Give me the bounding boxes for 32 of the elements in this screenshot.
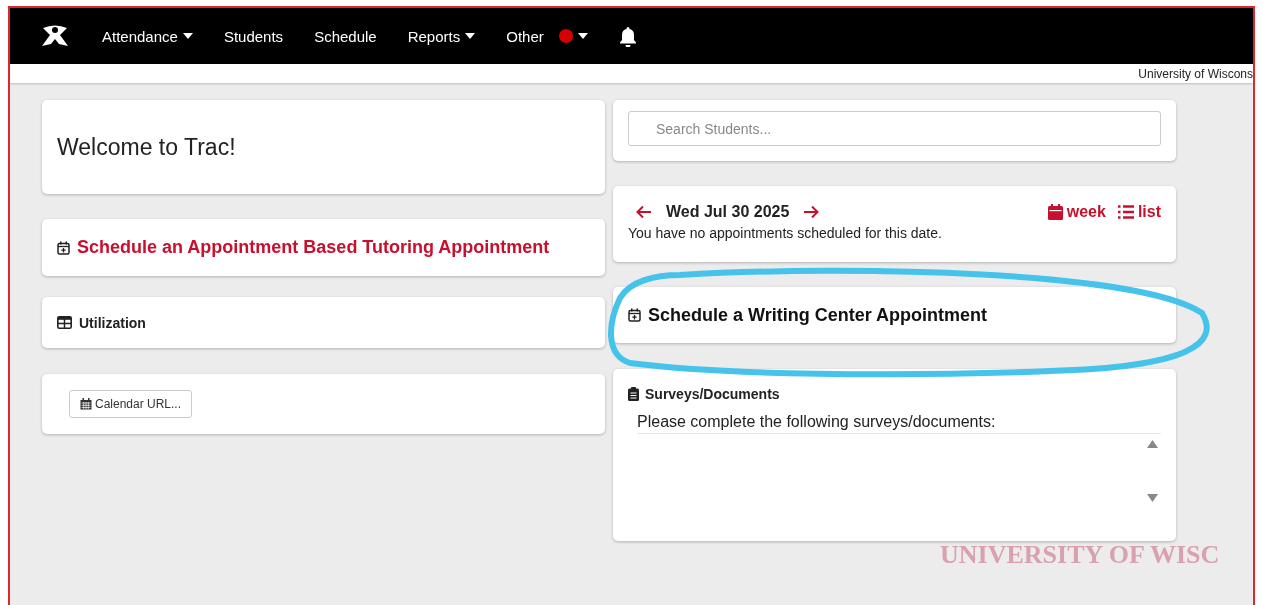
utilization-heading: Utilization [79,314,146,331]
surveys-instruction: Please complete the following surveys/documents: [637,413,1161,434]
table-icon [57,316,72,329]
nav-menu-item[interactable]: Schedule [314,27,377,45]
clipboard-icon [628,387,639,401]
institution-name: University of Wiscons [1138,66,1253,81]
scroll-up-icon[interactable] [1146,440,1158,448]
list-view-link[interactable]: list [1117,203,1161,221]
surveys-heading: Surveys/Documents [645,386,780,402]
writing-center-link[interactable]: Schedule a Writing Center Appointment [648,304,988,326]
nav-menu-item[interactable]: Reports [407,27,476,45]
scroll-down-icon[interactable] [1146,494,1158,502]
calendar-url-button[interactable]: Calendar URL... [69,390,193,418]
week-view-link[interactable]: week [1047,203,1106,221]
calendar-icon [80,398,92,410]
tutoring-appointment-link[interactable]: Schedule an Appointment Based Tutoring Appointment [77,237,550,258]
calendar-icon [1047,204,1063,220]
nav-menu-item[interactable]: Attendance [102,27,193,45]
no-appointments-message: You have no appointments scheduled for this date. [628,225,943,241]
bell-icon[interactable] [618,25,637,47]
left-arrow-icon[interactable] [636,205,652,219]
list-icon [1117,205,1134,219]
logo-icon[interactable] [40,24,70,48]
nav-menu-item[interactable]: Other [506,27,588,45]
nav-menu-item[interactable]: Students [223,27,284,45]
calendar-plus-icon [57,240,70,255]
background-logo-text: UNIVERSITY OF WISC [940,540,1220,570]
right-arrow-icon[interactable] [803,205,820,219]
calendar-plus-icon [628,308,641,322]
search-field[interactable]: Search Students... [628,111,1161,146]
welcome-heading: Welcome to Trac! [57,133,236,161]
selected-date: Wed Jul 30 2025 [666,203,790,221]
